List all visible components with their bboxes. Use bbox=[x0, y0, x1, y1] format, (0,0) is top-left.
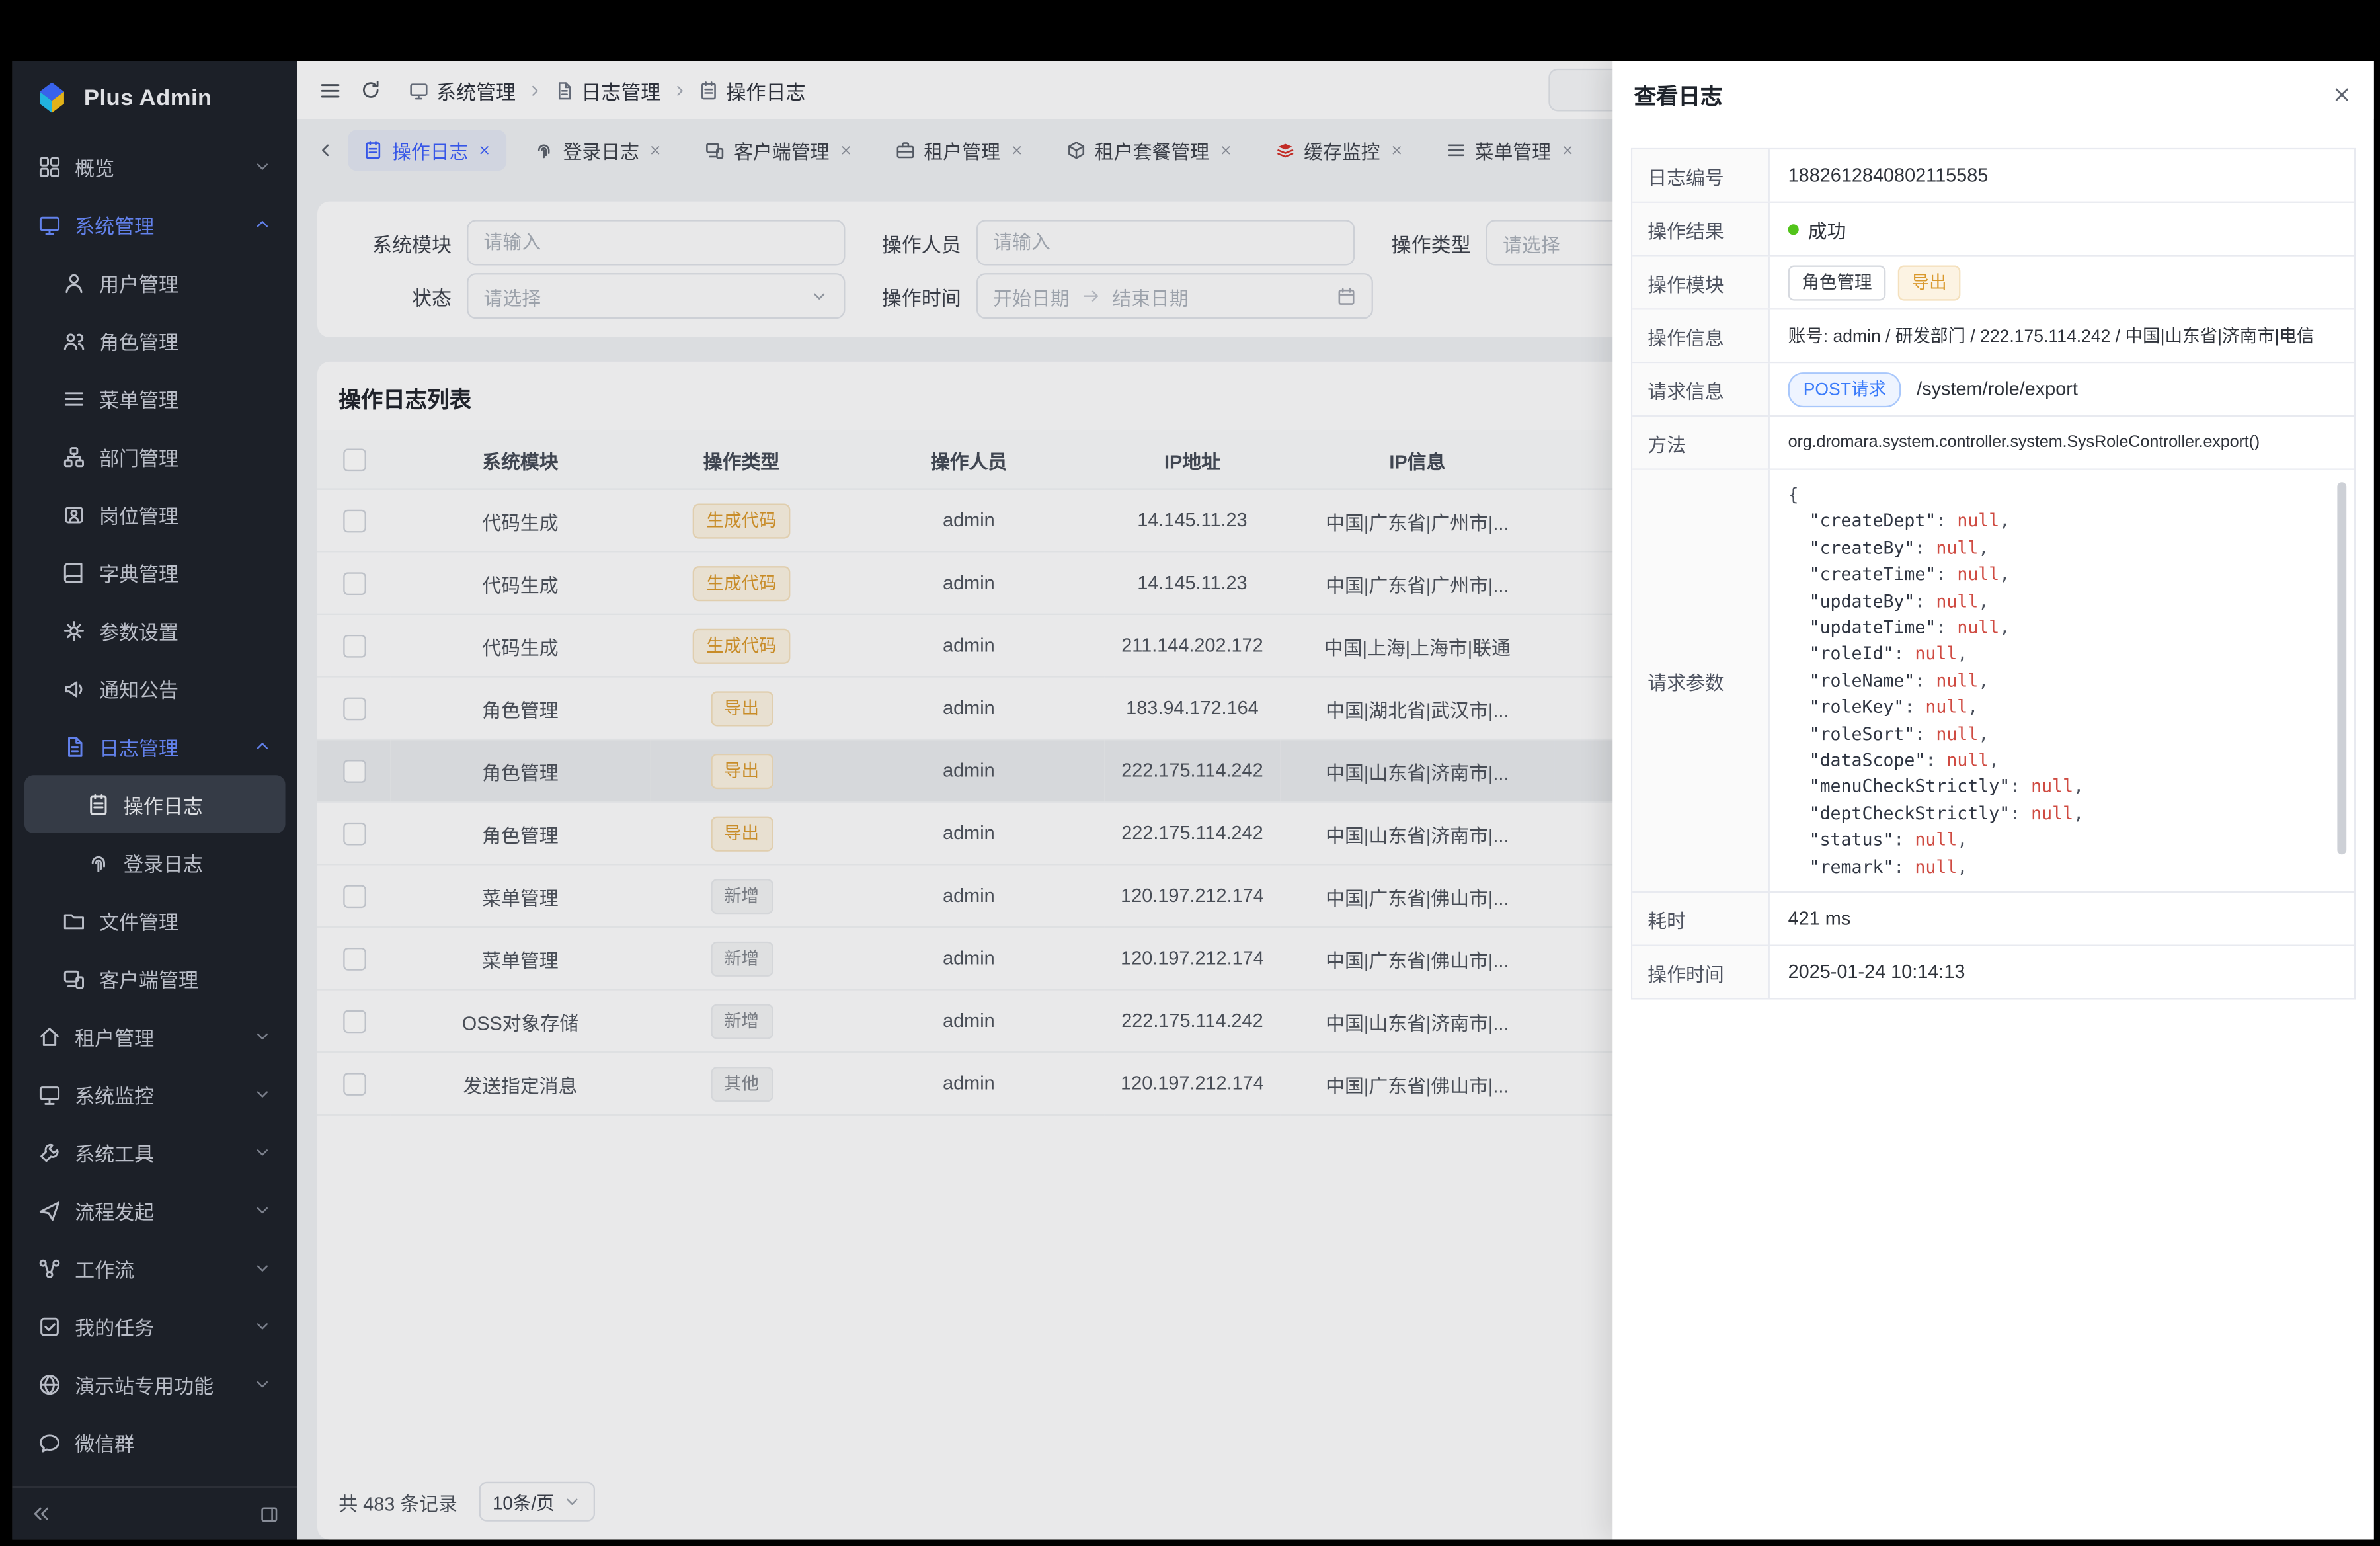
app-window: Plus Admin 概览系统管理用户管理角色管理菜单管理部门管理岗位管理字典管… bbox=[12, 61, 2373, 1539]
field-label-module: 操作模块 bbox=[1632, 257, 1770, 308]
field-value-log-id: 1882612840802115585 bbox=[1770, 149, 2354, 201]
field-value-info: 账号: admin / 研发部门 / 222.175.114.242 / 中国|… bbox=[1770, 309, 2354, 361]
params-scrollbar[interactable] bbox=[2337, 482, 2346, 854]
action-tag: 导出 bbox=[1898, 264, 1961, 300]
field-label-request: 请求信息 bbox=[1632, 363, 1770, 415]
drawer-close-icon[interactable] bbox=[2331, 84, 2352, 105]
log-detail-table: 日志编号 1882612840802115585 操作结果 成功 操作模块 角色… bbox=[1631, 148, 2356, 1000]
field-value-time: 2025-01-24 10:14:13 bbox=[1770, 946, 2354, 998]
field-value-method: org.dromara.system.controller.system.Sys… bbox=[1770, 417, 2354, 468]
field-label-params: 请求参数 bbox=[1632, 470, 1770, 891]
drawer-header: 查看日志 bbox=[1612, 61, 2374, 128]
field-value-cost: 421 ms bbox=[1770, 893, 2354, 944]
field-value-params[interactable]: { "createDept": null, "createBy": null, … bbox=[1770, 470, 2354, 891]
field-label-log-id: 日志编号 bbox=[1632, 149, 1770, 201]
field-label-time: 操作时间 bbox=[1632, 946, 1770, 998]
field-label-result: 操作结果 bbox=[1632, 203, 1770, 255]
log-detail-drawer: 查看日志 日志编号 1882612840802115585 操作结果 成功 操作… bbox=[1612, 61, 2374, 1539]
drawer-title: 查看日志 bbox=[1634, 79, 1723, 110]
success-dot-icon bbox=[1788, 224, 1799, 234]
screen: Plus Admin 概览系统管理用户管理角色管理菜单管理部门管理岗位管理字典管… bbox=[0, 0, 2380, 1546]
post-method-tag: POST请求 bbox=[1788, 372, 1901, 407]
field-value-module: 角色管理 导出 bbox=[1770, 257, 2354, 308]
field-label-method: 方法 bbox=[1632, 417, 1770, 468]
field-label-cost: 耗时 bbox=[1632, 893, 1770, 944]
field-value-request: POST请求 /system/role/export bbox=[1770, 363, 2354, 415]
request-params-code: { "createDept": null, "createBy": null, … bbox=[1788, 482, 2330, 879]
result-text: 成功 bbox=[1808, 214, 1846, 243]
field-label-info: 操作信息 bbox=[1632, 309, 1770, 361]
field-value-result: 成功 bbox=[1770, 203, 2354, 255]
module-tag: 角色管理 bbox=[1788, 264, 1886, 300]
request-path: /system/role/export bbox=[1917, 378, 2078, 399]
